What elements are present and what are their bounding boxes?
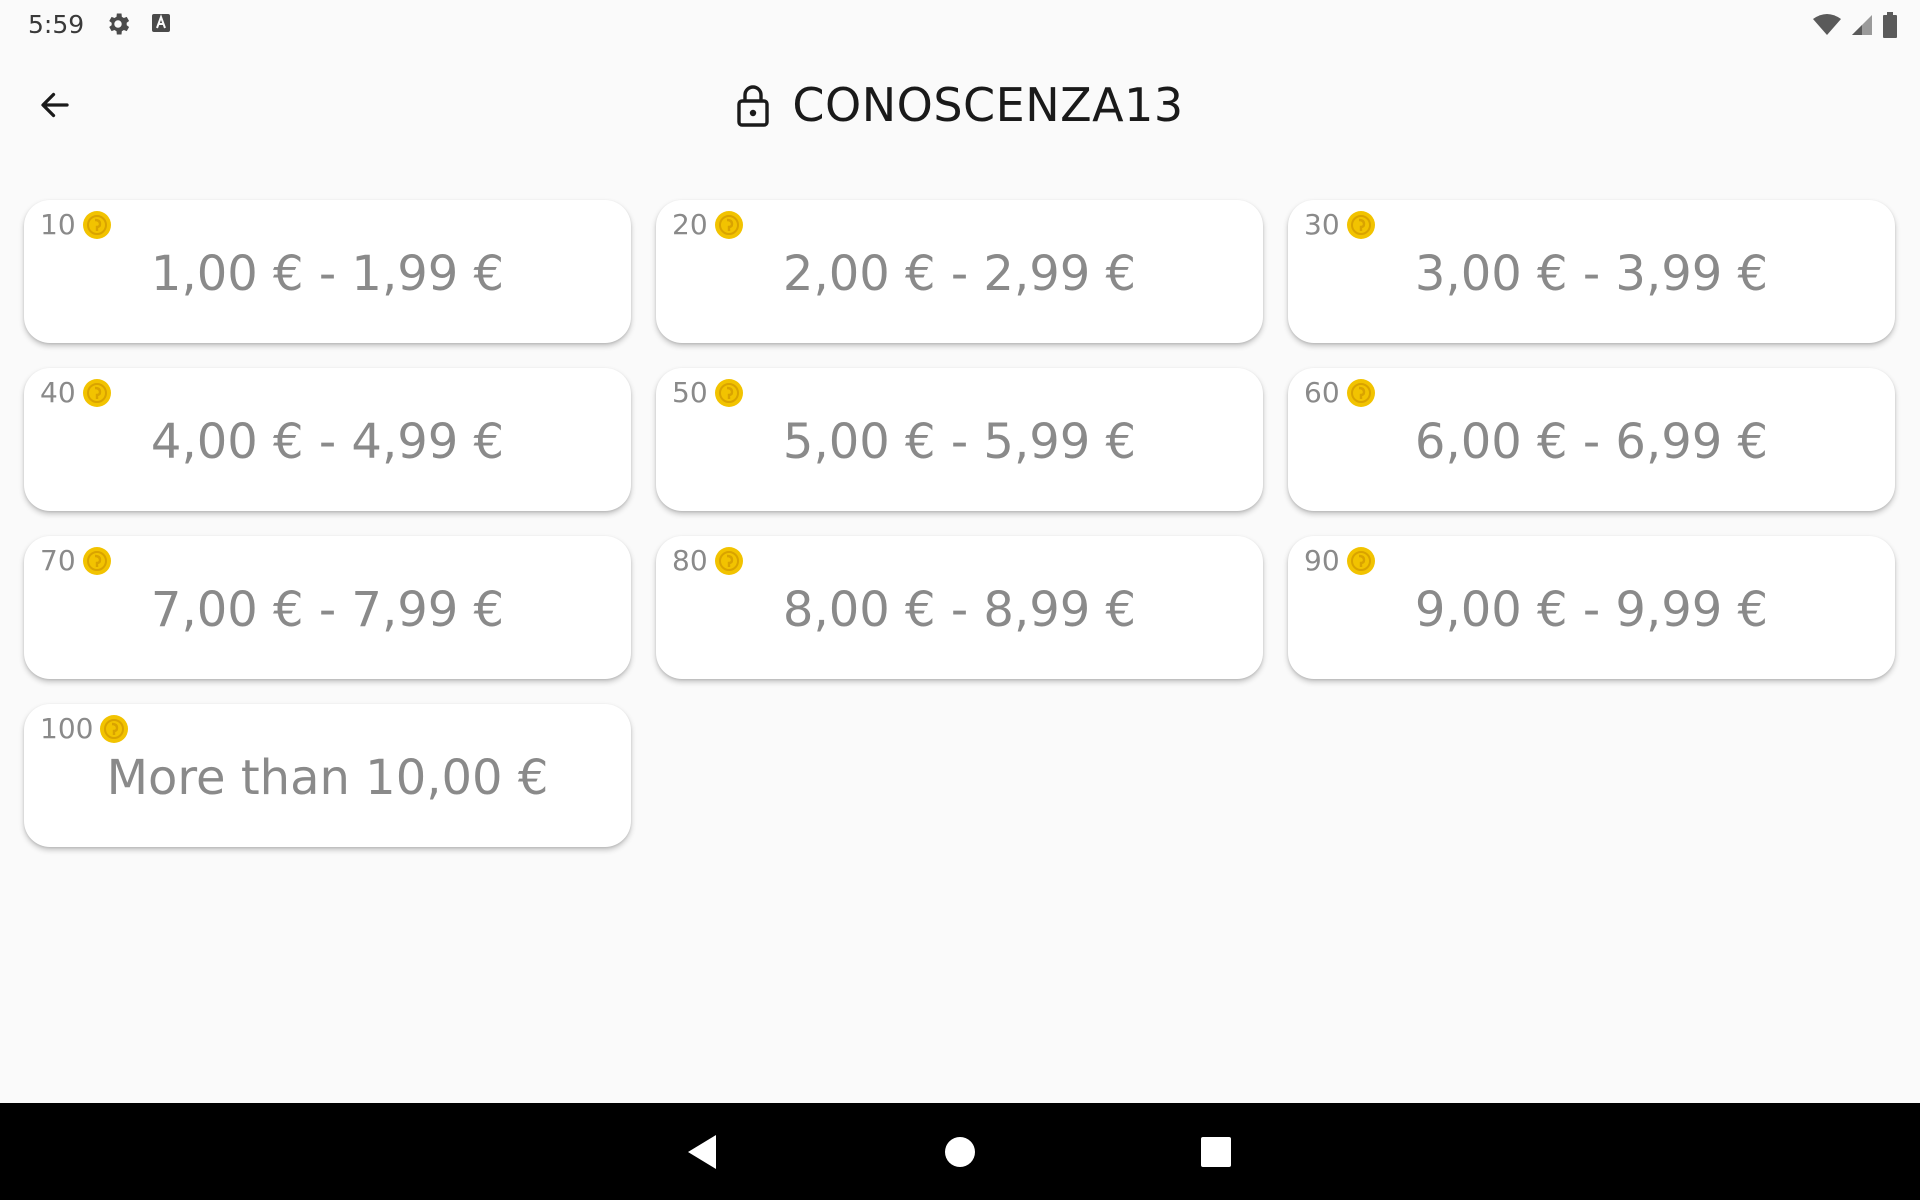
app-bar: CONOSCENZA13 — [0, 48, 1920, 160]
keyboard-a-icon — [152, 14, 170, 32]
coin-icon — [714, 210, 743, 239]
coin-cost: 80 — [672, 544, 744, 577]
price-range-label: 5,00 € - 5,99 € — [782, 414, 1137, 470]
title-group: CONOSCENZA13 — [0, 78, 1920, 132]
nav-back-icon[interactable] — [682, 1131, 724, 1173]
price-range-label: 6,00 € - 6,99 € — [1414, 414, 1769, 470]
price-range-card[interactable]: 50 5,00 € - 5,99 € — [656, 368, 1263, 511]
coin-cost-value: 70 — [40, 544, 76, 577]
coin-cost-value: 40 — [40, 376, 76, 409]
lock-icon — [737, 85, 770, 127]
price-range-grid: 10 1,00 € - 1,99 € 20 2,00 € - 2,99 € 30… — [24, 200, 1895, 847]
status-bar: 5:59 — [0, 0, 1920, 48]
coin-cost: 30 — [1304, 208, 1376, 241]
coin-icon — [1346, 210, 1375, 239]
price-range-card[interactable]: 40 4,00 € - 4,99 € — [24, 368, 631, 511]
price-range-card[interactable]: 60 6,00 € - 6,99 € — [1288, 368, 1895, 511]
price-range-card[interactable]: 30 3,00 € - 3,99 € — [1288, 200, 1895, 343]
wifi-icon — [1813, 14, 1841, 35]
price-range-label: 2,00 € - 2,99 € — [782, 246, 1137, 302]
coin-icon — [82, 546, 111, 575]
coin-icon — [100, 714, 129, 743]
price-range-label: 1,00 € - 1,99 € — [150, 246, 505, 302]
price-range-label: 8,00 € - 8,99 € — [782, 582, 1137, 638]
price-range-card[interactable]: 100 More than 10,00 € — [24, 704, 631, 847]
coin-cost: 100 — [40, 712, 129, 745]
coin-cost-value: 100 — [40, 712, 94, 745]
nav-recents-icon[interactable] — [1195, 1131, 1237, 1173]
coin-icon — [714, 546, 743, 575]
coin-cost-value: 50 — [672, 376, 708, 409]
coin-icon — [714, 378, 743, 407]
coin-cost: 50 — [672, 376, 744, 409]
price-range-label: 7,00 € - 7,99 € — [150, 582, 505, 638]
gear-icon — [109, 13, 130, 35]
status-time: 5:59 — [28, 10, 85, 39]
cell-signal-icon — [1852, 15, 1872, 35]
coin-cost-value: 20 — [672, 208, 708, 241]
coin-icon — [82, 378, 111, 407]
nav-home-icon[interactable] — [939, 1131, 981, 1173]
price-range-card[interactable]: 80 8,00 € - 8,99 € — [656, 536, 1263, 679]
coin-cost: 20 — [672, 208, 744, 241]
price-range-label: 9,00 € - 9,99 € — [1414, 582, 1769, 638]
price-range-label: 4,00 € - 4,99 € — [150, 414, 505, 470]
coin-icon — [1346, 546, 1375, 575]
coin-icon — [82, 210, 111, 239]
price-range-card[interactable]: 70 7,00 € - 7,99 € — [24, 536, 631, 679]
coin-cost-value: 30 — [1304, 208, 1340, 241]
coin-cost: 60 — [1304, 376, 1376, 409]
coin-cost: 70 — [40, 544, 112, 577]
price-range-label: More than 10,00 € — [106, 750, 549, 806]
price-range-card[interactable]: 90 9,00 € - 9,99 € — [1288, 536, 1895, 679]
coin-cost-value: 60 — [1304, 376, 1340, 409]
system-nav-bar — [0, 1103, 1920, 1200]
coin-cost-value: 90 — [1304, 544, 1340, 577]
price-range-card[interactable]: 10 1,00 € - 1,99 € — [24, 200, 631, 343]
coin-cost-value: 10 — [40, 208, 76, 241]
coin-cost: 40 — [40, 376, 112, 409]
coin-icon — [1346, 378, 1375, 407]
coin-cost-value: 80 — [672, 544, 708, 577]
coin-cost: 10 — [40, 208, 112, 241]
price-range-card[interactable]: 20 2,00 € - 2,99 € — [656, 200, 1263, 343]
page-title: CONOSCENZA13 — [792, 78, 1184, 132]
price-range-label: 3,00 € - 3,99 € — [1414, 246, 1769, 302]
battery-icon — [1883, 12, 1897, 38]
coin-cost: 90 — [1304, 544, 1376, 577]
